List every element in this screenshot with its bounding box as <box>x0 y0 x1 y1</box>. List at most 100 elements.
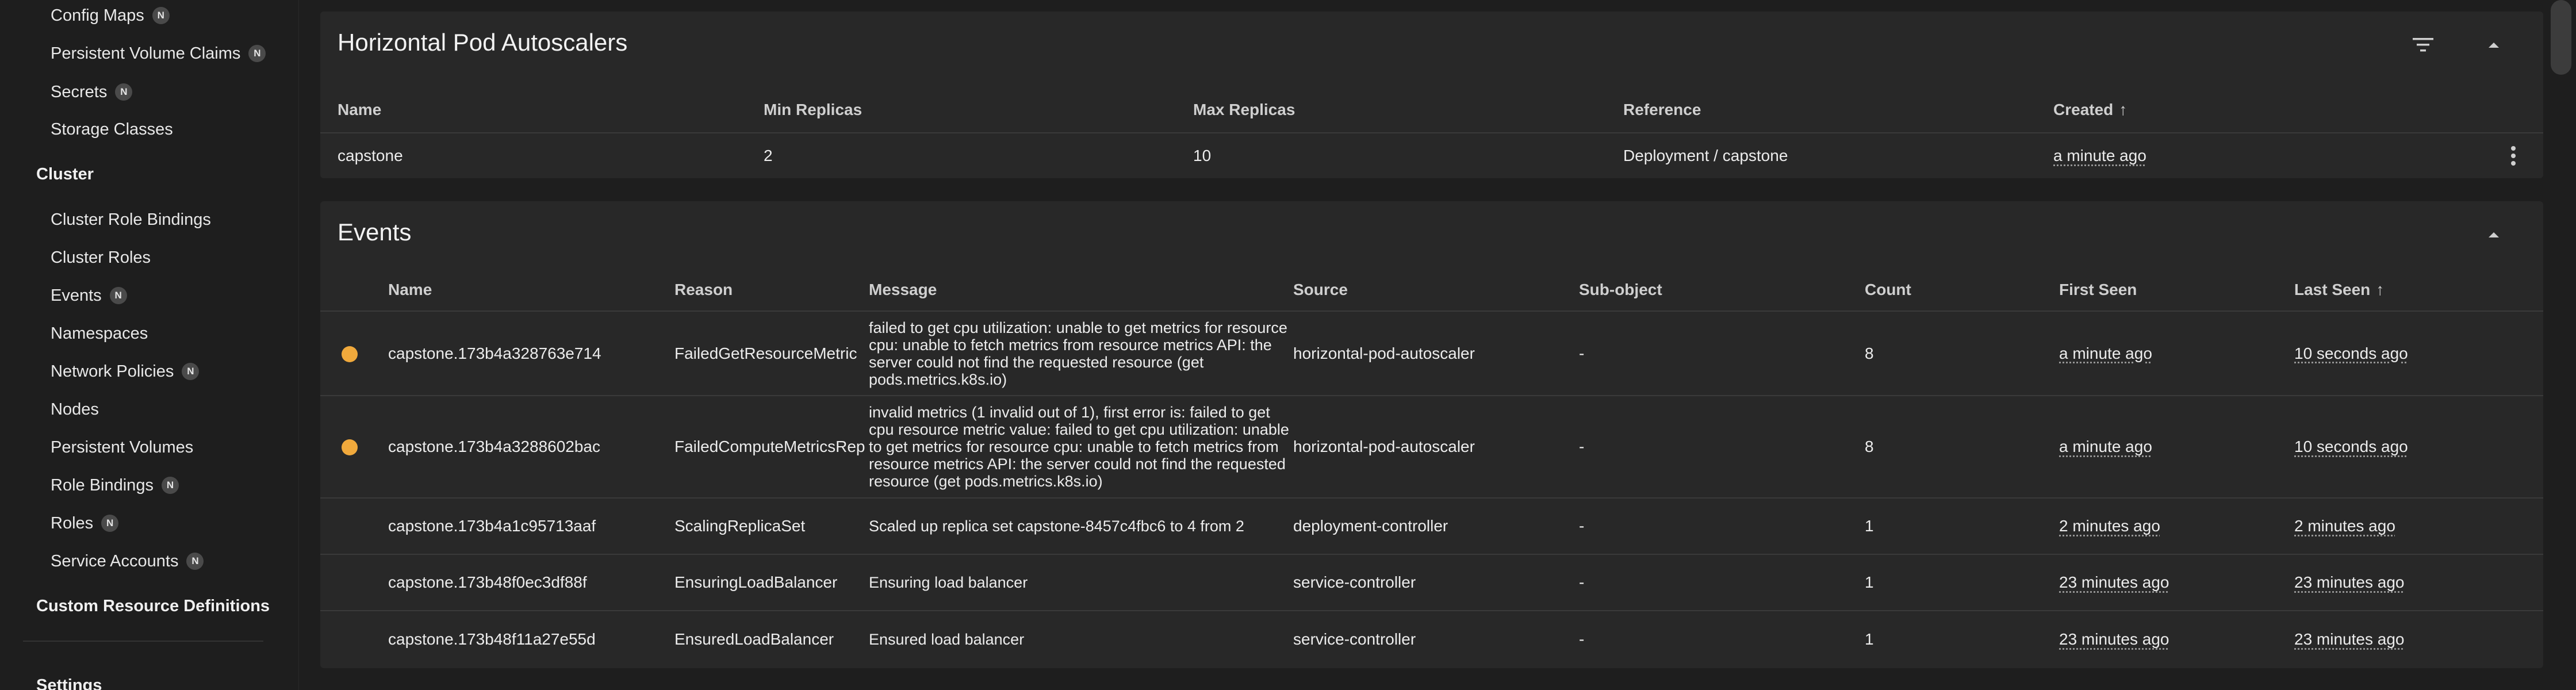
hpa-name[interactable]: capstone <box>338 133 403 178</box>
column-header-created[interactable]: Created ↑ <box>2053 86 2127 133</box>
sidebar-item-label: Secrets <box>51 83 108 101</box>
event-count: 1 <box>1865 573 1874 591</box>
sidebar-item-label: Nodes <box>51 400 99 419</box>
event-subobject: - <box>1579 517 1585 535</box>
event-count: 8 <box>1865 344 1874 362</box>
sidebar-section-label: Settings <box>36 676 102 690</box>
sidebar-item-nodes[interactable]: Nodes <box>51 398 99 421</box>
column-header-max-replicas[interactable]: Max Replicas <box>1193 86 1295 133</box>
column-header-count[interactable]: Count <box>1865 267 1911 312</box>
new-badge: N <box>109 287 127 304</box>
sidebar-item-persistent-volumes[interactable]: Persistent Volumes <box>51 436 193 459</box>
column-header-last-seen[interactable]: Last Seen ↑ <box>2294 267 2384 312</box>
sidebar-item-label: Persistent Volume Claims <box>51 44 241 63</box>
event-name[interactable]: capstone.173b48f11a27e55d <box>388 611 596 668</box>
sidebar-item-persistent-volume-claims[interactable]: Persistent Volume Claims N <box>51 42 266 65</box>
sidebar-item-secrets[interactable]: Secrets N <box>51 80 133 103</box>
event-count: 8 <box>1865 438 1874 455</box>
table-row[interactable]: capstone.173b4a1c95713aaf ScalingReplica… <box>320 499 2543 555</box>
events-table-header: Name Reason Message Source Sub-object Co… <box>320 267 2543 312</box>
event-last-seen: 10 seconds ago <box>2294 344 2408 362</box>
filter-icon[interactable] <box>2407 29 2439 61</box>
event-subobject: - <box>1579 573 1585 591</box>
sort-ascending-icon: ↑ <box>2376 280 2385 298</box>
event-message: Ensuring load balancer <box>869 574 1028 591</box>
sidebar-item-events[interactable]: Events N <box>51 284 127 307</box>
sidebar-item-network-policies[interactable]: Network Policies N <box>51 360 200 383</box>
sidebar-section-label: Cluster <box>36 165 94 183</box>
event-last-seen: 2 minutes ago <box>2294 517 2395 535</box>
sidebar-item-label: Events <box>51 286 102 305</box>
sidebar-item-label: Storage Classes <box>51 120 173 139</box>
sidebar-divider <box>23 641 263 642</box>
column-header-name[interactable]: Name <box>338 86 381 133</box>
sidebar-item-label: Service Accounts <box>51 552 179 570</box>
event-first-seen: a minute ago <box>2059 344 2152 362</box>
sidebar-item-cluster-roles[interactable]: Cluster Roles <box>51 246 151 269</box>
collapse-icon[interactable] <box>2478 218 2510 251</box>
new-badge: N <box>152 7 170 24</box>
sidebar-item-label: Roles <box>51 514 94 532</box>
new-badge: N <box>182 363 200 380</box>
column-header-first-seen[interactable]: First Seen <box>2059 267 2137 312</box>
sidebar-item-config-maps[interactable]: Config Maps N <box>51 4 170 27</box>
event-count: 1 <box>1865 517 1874 535</box>
warning-status-icon <box>342 439 358 455</box>
event-subobject: - <box>1579 630 1585 648</box>
sidebar-item-label: Config Maps <box>51 6 144 25</box>
event-message: failed to get cpu utilization: unable to… <box>869 319 1287 388</box>
warning-status-icon <box>342 346 358 362</box>
sidebar-item-role-bindings[interactable]: Role Bindings N <box>51 474 179 497</box>
sidebar-item-service-accounts[interactable]: Service Accounts N <box>51 550 204 573</box>
event-last-seen: 23 minutes ago <box>2294 630 2405 648</box>
event-reason: FailedGetResourceMetric <box>674 344 857 362</box>
column-header-message[interactable]: Message <box>869 267 937 312</box>
sidebar-item-label: Role Bindings <box>51 476 154 494</box>
event-first-seen: 2 minutes ago <box>2059 517 2160 535</box>
table-row[interactable]: capstone 2 10 Deployment / capstone a mi… <box>320 133 2543 178</box>
sidebar-item-roles[interactable]: Roles N <box>51 512 119 535</box>
event-first-seen: 23 minutes ago <box>2059 573 2169 591</box>
event-name[interactable]: capstone.173b4a1c95713aaf <box>388 499 596 554</box>
new-badge: N <box>101 515 119 532</box>
column-header-sub-object[interactable]: Sub-object <box>1579 267 1662 312</box>
sidebar-item-storage-classes[interactable]: Storage Classes <box>51 118 173 141</box>
table-row[interactable]: capstone.173b4a328763e714 FailedGetResou… <box>320 312 2543 396</box>
hpa-panel: Horizontal Pod Autoscalers Name Min Repl… <box>320 12 2543 178</box>
column-header-reason[interactable]: Reason <box>674 267 733 312</box>
event-source: service-controller <box>1293 630 1416 648</box>
table-row[interactable]: capstone.173b4a3288602bac FailedComputeM… <box>320 396 2543 499</box>
sidebar-section-label: Custom Resource Definitions <box>36 597 270 615</box>
column-header-min-replicas[interactable]: Min Replicas <box>764 86 862 133</box>
hpa-panel-title: Horizontal Pod Autoscalers <box>338 29 628 56</box>
event-count: 1 <box>1865 630 1874 648</box>
event-message: Ensured load balancer <box>869 631 1025 648</box>
hpa-reference[interactable]: Deployment / capstone <box>1623 133 1788 178</box>
column-header-reference[interactable]: Reference <box>1623 86 1701 133</box>
sidebar-item-label: Persistent Volumes <box>51 438 194 457</box>
scrollbar-thumb[interactable] <box>2551 0 2571 75</box>
sidebar-section-settings[interactable]: Settings <box>36 674 102 690</box>
collapse-icon[interactable] <box>2478 29 2510 61</box>
column-header-name[interactable]: Name <box>388 267 432 312</box>
table-row[interactable]: capstone.173b48f11a27e55d EnsuredLoadBal… <box>320 611 2543 668</box>
sidebar-item-label: Cluster Roles <box>51 248 151 267</box>
event-name[interactable]: capstone.173b48f0ec3df88f <box>388 555 587 610</box>
hpa-created: a minute ago <box>2053 147 2146 164</box>
sidebar-item-label: Network Policies <box>51 362 174 381</box>
event-name[interactable]: capstone.173b4a328763e714 <box>388 312 601 395</box>
event-reason: EnsuringLoadBalancer <box>674 573 838 591</box>
events-panel-title: Events <box>338 218 412 246</box>
sidebar-section-cluster[interactable]: Cluster <box>36 163 94 186</box>
event-source: deployment-controller <box>1293 517 1448 535</box>
event-name[interactable]: capstone.173b4a3288602bac <box>388 396 600 497</box>
sidebar: Config Maps N Persistent Volume Claims N… <box>0 0 299 690</box>
more-vert-icon[interactable] <box>2497 140 2529 172</box>
sidebar-item-namespaces[interactable]: Namespaces <box>51 322 148 345</box>
column-header-source[interactable]: Source <box>1293 267 1348 312</box>
scrollbar[interactable] <box>2546 0 2576 690</box>
table-row[interactable]: capstone.173b48f0ec3df88f EnsuringLoadBa… <box>320 555 2543 611</box>
sidebar-section-crd[interactable]: Custom Resource Definitions <box>36 595 270 618</box>
event-source: horizontal-pod-autoscaler <box>1293 344 1475 362</box>
sidebar-item-cluster-role-bindings[interactable]: Cluster Role Bindings <box>51 208 211 231</box>
